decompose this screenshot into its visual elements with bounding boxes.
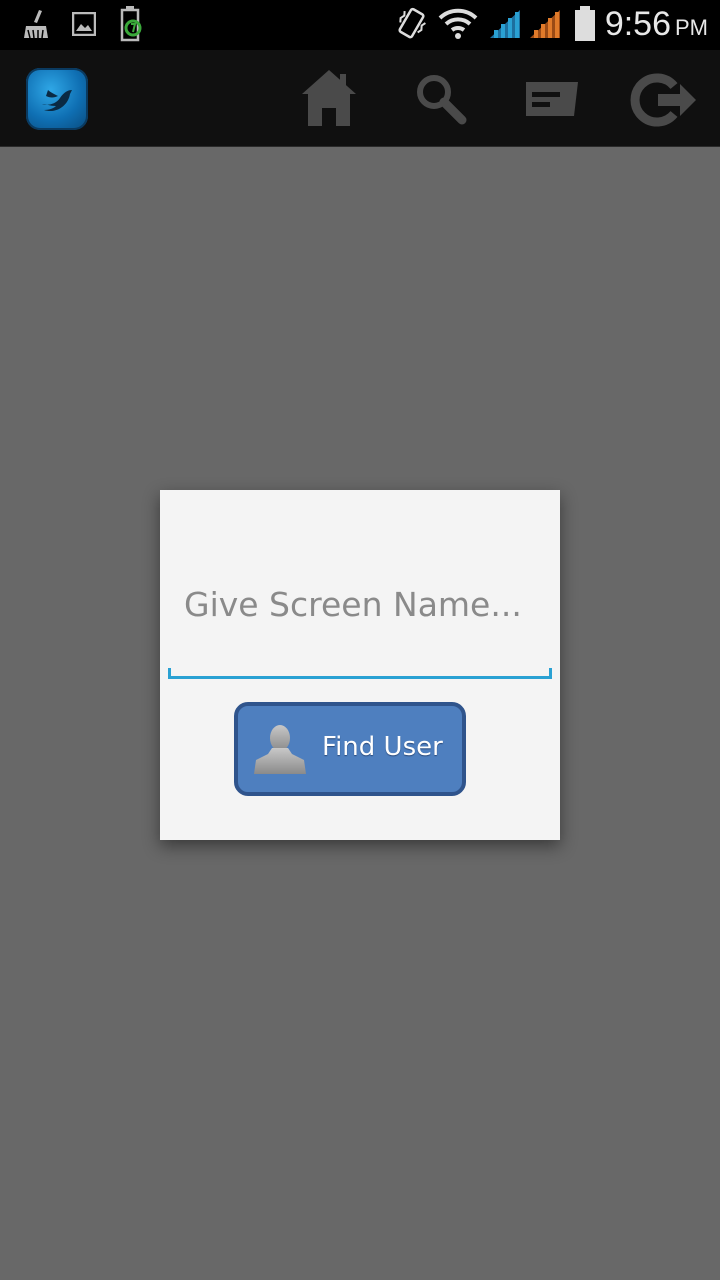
input-underline-left-tick bbox=[168, 668, 171, 679]
search-icon[interactable] bbox=[414, 72, 468, 126]
find-user-dialog: Find User bbox=[160, 490, 560, 840]
app-logo[interactable] bbox=[26, 68, 88, 130]
find-user-button[interactable]: Find User bbox=[234, 702, 466, 796]
find-user-label: Find User bbox=[322, 732, 443, 762]
battery-charging-icon bbox=[120, 6, 142, 42]
battery-icon bbox=[575, 6, 595, 41]
user-icon bbox=[254, 725, 306, 774]
input-underline bbox=[168, 676, 552, 679]
cleaner-icon bbox=[24, 10, 48, 39]
signal-blue-icon bbox=[490, 10, 520, 38]
home-icon[interactable] bbox=[300, 66, 358, 128]
vibrate-icon bbox=[398, 7, 426, 39]
action-bar bbox=[0, 50, 720, 147]
screen-name-field-wrap bbox=[168, 530, 552, 682]
logout-icon[interactable] bbox=[630, 72, 698, 128]
screen-name-input[interactable] bbox=[168, 530, 552, 678]
wifi-icon bbox=[438, 8, 478, 39]
input-underline-right-tick bbox=[549, 668, 552, 679]
signal-orange-icon bbox=[530, 10, 560, 38]
clock: 9:56 PM bbox=[605, 5, 708, 44]
status-bar: 9:56 PM bbox=[0, 0, 720, 50]
twitter-bird-icon bbox=[42, 90, 72, 112]
clock-ampm: PM bbox=[675, 15, 708, 40]
message-icon[interactable] bbox=[522, 80, 580, 120]
image-icon bbox=[72, 12, 96, 36]
clock-time: 9:56 bbox=[604, 5, 671, 43]
